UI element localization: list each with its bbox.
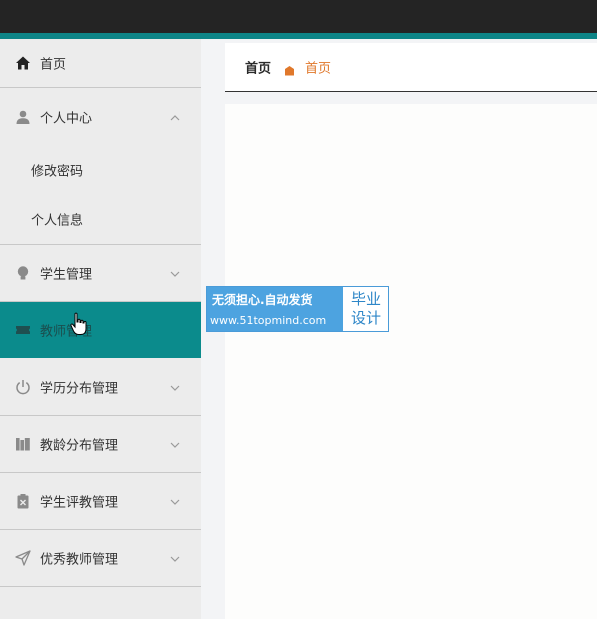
sidebar-item-label: 学生评教管理 [40, 495, 119, 511]
watermark-url: www.51topmind.com [210, 314, 327, 327]
clipboard-icon [15, 493, 31, 509]
sidebar-subitem-label: 个人信息 [31, 213, 84, 229]
books-icon [15, 436, 31, 452]
power-icon [15, 379, 31, 395]
top-bar [0, 0, 597, 33]
chevron-up-icon [170, 112, 180, 122]
sidebar-item-teacher-management[interactable]: 教师管理 [0, 302, 201, 358]
sidebar-item-teaching-age-management[interactable]: 教龄分布管理 [0, 416, 201, 473]
chevron-down-icon [170, 496, 180, 506]
sidebar-item-label: 个人中心 [40, 111, 93, 126]
sidebar-subitem-label: 修改密码 [31, 164, 84, 180]
watermark-badge: 无须担心.自动发货 www.51topmind.com 毕业 设计 [206, 286, 389, 332]
sidebar-item-label: 学历分布管理 [40, 381, 119, 396]
home-icon [15, 55, 31, 71]
sidebar-subitem-change-password[interactable]: 修改密码 [0, 145, 201, 195]
breadcrumb-root[interactable]: 首页 [245, 58, 271, 77]
sidebar-item-excellent-teacher-management[interactable]: 优秀教师管理 [0, 530, 201, 587]
user-icon [15, 109, 31, 125]
sidebar-item-home[interactable]: 首页 [0, 39, 201, 88]
breadcrumb-current: 首页 [305, 61, 332, 77]
sidebar-item-label: 优秀教师管理 [40, 552, 119, 568]
chevron-down-icon [170, 268, 180, 278]
sidebar-item-label: 学生管理 [40, 267, 93, 283]
sidebar-item-education-management[interactable]: 学历分布管理 [0, 358, 201, 416]
watermark-right-line1: 毕业 [350, 290, 381, 308]
send-icon [15, 550, 31, 566]
watermark-right: 毕业 设计 [344, 287, 388, 331]
watermark-left: 无须担心.自动发货 www.51topmind.com [207, 287, 343, 331]
home-separator-icon [284, 61, 295, 76]
sidebar-item-personal-center[interactable]: 个人中心 [0, 88, 201, 145]
sidebar: 首页 个人中心 修改密码 个人信息 学生管理 教师管理 学历分布管理 教龄分布管… [0, 39, 201, 619]
content-panel [225, 104, 597, 619]
sidebar-item-label: 首页 [40, 57, 67, 73]
watermark-slogan: 无须担心.自动发货 [212, 293, 313, 307]
sidebar-item-student-evaluation-management[interactable]: 学生评教管理 [0, 473, 201, 530]
sidebar-subitem-personal-info[interactable]: 个人信息 [0, 194, 201, 244]
breadcrumb: 首页 首页 [225, 43, 597, 92]
sidebar-item-label: 教龄分布管理 [40, 438, 119, 454]
chevron-down-icon [170, 382, 180, 392]
chevron-down-icon [170, 553, 180, 563]
sidebar-item-student-management[interactable]: 学生管理 [0, 245, 201, 302]
ticket-icon [15, 322, 31, 338]
chevron-down-icon [170, 439, 180, 449]
lightbulb-icon [15, 265, 31, 281]
hand-cursor-icon [70, 312, 88, 336]
watermark-right-line2: 设计 [350, 309, 381, 327]
